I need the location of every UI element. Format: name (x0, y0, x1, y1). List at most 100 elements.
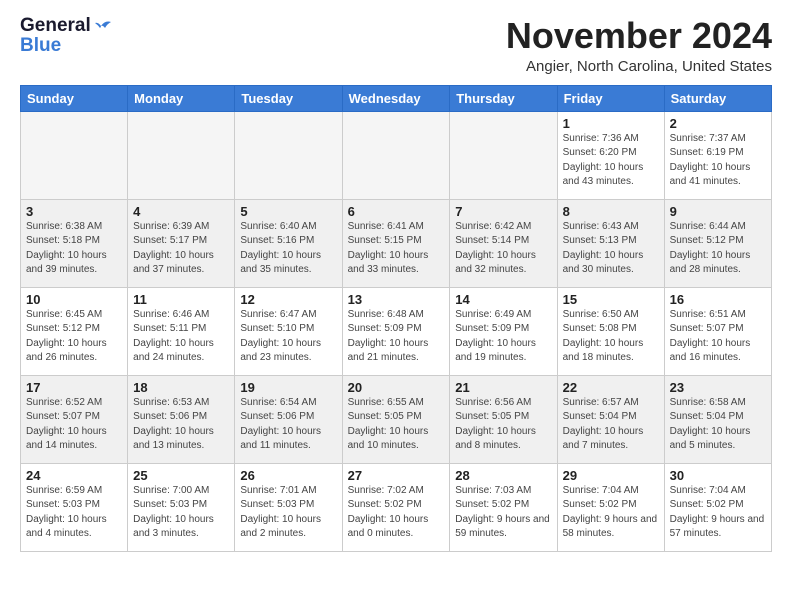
calendar-cell: 18Sunrise: 6:53 AMSunset: 5:06 PMDayligh… (128, 375, 235, 463)
day-number: 29 (563, 468, 659, 483)
dow-header-thursday: Thursday (450, 85, 557, 111)
calendar-cell: 12Sunrise: 6:47 AMSunset: 5:10 PMDayligh… (235, 287, 342, 375)
day-number: 6 (348, 204, 445, 219)
day-number: 5 (240, 204, 336, 219)
calendar-cell: 20Sunrise: 6:55 AMSunset: 5:05 PMDayligh… (342, 375, 450, 463)
calendar-cell: 21Sunrise: 6:56 AMSunset: 5:05 PMDayligh… (450, 375, 557, 463)
week-row-5: 24Sunrise: 6:59 AMSunset: 5:03 PMDayligh… (21, 463, 772, 551)
day-info: Sunrise: 7:04 AMSunset: 5:02 PMDaylight:… (670, 484, 766, 542)
calendar-cell (21, 111, 128, 199)
calendar-cell: 9Sunrise: 6:44 AMSunset: 5:12 PMDaylight… (664, 199, 771, 287)
calendar: SundayMondayTuesdayWednesdayThursdayFrid… (20, 85, 772, 552)
day-number: 1 (563, 116, 659, 131)
calendar-cell: 27Sunrise: 7:02 AMSunset: 5:02 PMDayligh… (342, 463, 450, 551)
calendar-cell (235, 111, 342, 199)
day-info: Sunrise: 6:53 AMSunset: 5:06 PMDaylight:… (133, 396, 229, 454)
day-info: Sunrise: 6:40 AMSunset: 5:16 PMDaylight:… (240, 220, 336, 278)
logo-blue: Blue (20, 35, 61, 57)
day-info: Sunrise: 6:49 AMSunset: 5:09 PMDaylight:… (455, 308, 551, 366)
day-number: 22 (563, 380, 659, 395)
day-info: Sunrise: 6:54 AMSunset: 5:06 PMDaylight:… (240, 396, 336, 454)
day-number: 3 (26, 204, 122, 219)
calendar-cell: 29Sunrise: 7:04 AMSunset: 5:02 PMDayligh… (557, 463, 664, 551)
calendar-cell: 24Sunrise: 6:59 AMSunset: 5:03 PMDayligh… (21, 463, 128, 551)
day-info: Sunrise: 7:00 AMSunset: 5:03 PMDaylight:… (133, 484, 229, 542)
calendar-cell: 19Sunrise: 6:54 AMSunset: 5:06 PMDayligh… (235, 375, 342, 463)
day-number: 17 (26, 380, 122, 395)
calendar-cell: 10Sunrise: 6:45 AMSunset: 5:12 PMDayligh… (21, 287, 128, 375)
day-info: Sunrise: 7:36 AMSunset: 6:20 PMDaylight:… (563, 132, 659, 190)
week-row-2: 3Sunrise: 6:38 AMSunset: 5:18 PMDaylight… (21, 199, 772, 287)
week-row-3: 10Sunrise: 6:45 AMSunset: 5:12 PMDayligh… (21, 287, 772, 375)
logo-text: General (20, 16, 115, 37)
day-number: 26 (240, 468, 336, 483)
day-number: 11 (133, 292, 229, 307)
day-number: 24 (26, 468, 122, 483)
day-info: Sunrise: 7:37 AMSunset: 6:19 PMDaylight:… (670, 132, 766, 190)
day-number: 19 (240, 380, 336, 395)
day-number: 25 (133, 468, 229, 483)
calendar-cell: 6Sunrise: 6:41 AMSunset: 5:15 PMDaylight… (342, 199, 450, 287)
day-number: 13 (348, 292, 445, 307)
day-number: 23 (670, 380, 766, 395)
day-number: 8 (563, 204, 659, 219)
day-number: 16 (670, 292, 766, 307)
day-info: Sunrise: 6:58 AMSunset: 5:04 PMDaylight:… (670, 396, 766, 454)
calendar-cell: 13Sunrise: 6:48 AMSunset: 5:09 PMDayligh… (342, 287, 450, 375)
day-number: 21 (455, 380, 551, 395)
calendar-cell: 11Sunrise: 6:46 AMSunset: 5:11 PMDayligh… (128, 287, 235, 375)
calendar-cell: 4Sunrise: 6:39 AMSunset: 5:17 PMDaylight… (128, 199, 235, 287)
day-number: 20 (348, 380, 445, 395)
week-row-1: 1Sunrise: 7:36 AMSunset: 6:20 PMDaylight… (21, 111, 772, 199)
calendar-cell (128, 111, 235, 199)
calendar-cell: 23Sunrise: 6:58 AMSunset: 5:04 PMDayligh… (664, 375, 771, 463)
month-title: November 2024 (506, 16, 772, 56)
day-info: Sunrise: 6:48 AMSunset: 5:09 PMDaylight:… (348, 308, 445, 366)
day-number: 30 (670, 468, 766, 483)
calendar-cell: 25Sunrise: 7:00 AMSunset: 5:03 PMDayligh… (128, 463, 235, 551)
day-info: Sunrise: 6:39 AMSunset: 5:17 PMDaylight:… (133, 220, 229, 278)
dow-header-saturday: Saturday (664, 85, 771, 111)
day-info: Sunrise: 6:42 AMSunset: 5:14 PMDaylight:… (455, 220, 551, 278)
title-area: November 2024 Angier, North Carolina, Un… (506, 16, 772, 75)
calendar-cell: 28Sunrise: 7:03 AMSunset: 5:02 PMDayligh… (450, 463, 557, 551)
day-info: Sunrise: 6:57 AMSunset: 5:04 PMDaylight:… (563, 396, 659, 454)
calendar-cell: 8Sunrise: 6:43 AMSunset: 5:13 PMDaylight… (557, 199, 664, 287)
day-info: Sunrise: 6:59 AMSunset: 5:03 PMDaylight:… (26, 484, 122, 542)
day-info: Sunrise: 6:44 AMSunset: 5:12 PMDaylight:… (670, 220, 766, 278)
calendar-cell: 16Sunrise: 6:51 AMSunset: 5:07 PMDayligh… (664, 287, 771, 375)
dow-header-friday: Friday (557, 85, 664, 111)
calendar-cell: 22Sunrise: 6:57 AMSunset: 5:04 PMDayligh… (557, 375, 664, 463)
calendar-cell (342, 111, 450, 199)
day-number: 2 (670, 116, 766, 131)
day-number: 14 (455, 292, 551, 307)
calendar-body: 1Sunrise: 7:36 AMSunset: 6:20 PMDaylight… (21, 111, 772, 551)
calendar-cell: 1Sunrise: 7:36 AMSunset: 6:20 PMDaylight… (557, 111, 664, 199)
calendar-cell: 14Sunrise: 6:49 AMSunset: 5:09 PMDayligh… (450, 287, 557, 375)
day-info: Sunrise: 6:52 AMSunset: 5:07 PMDaylight:… (26, 396, 122, 454)
calendar-cell: 7Sunrise: 6:42 AMSunset: 5:14 PMDaylight… (450, 199, 557, 287)
logo: General Blue (20, 16, 115, 57)
day-info: Sunrise: 7:03 AMSunset: 5:02 PMDaylight:… (455, 484, 551, 542)
day-number: 7 (455, 204, 551, 219)
day-info: Sunrise: 6:51 AMSunset: 5:07 PMDaylight:… (670, 308, 766, 366)
calendar-cell: 5Sunrise: 6:40 AMSunset: 5:16 PMDaylight… (235, 199, 342, 287)
day-number: 15 (563, 292, 659, 307)
calendar-cell (450, 111, 557, 199)
week-row-4: 17Sunrise: 6:52 AMSunset: 5:07 PMDayligh… (21, 375, 772, 463)
day-info: Sunrise: 7:01 AMSunset: 5:03 PMDaylight:… (240, 484, 336, 542)
calendar-cell: 15Sunrise: 6:50 AMSunset: 5:08 PMDayligh… (557, 287, 664, 375)
day-number: 12 (240, 292, 336, 307)
calendar-cell: 3Sunrise: 6:38 AMSunset: 5:18 PMDaylight… (21, 199, 128, 287)
day-number: 27 (348, 468, 445, 483)
day-info: Sunrise: 6:56 AMSunset: 5:05 PMDaylight:… (455, 396, 551, 454)
day-info: Sunrise: 6:55 AMSunset: 5:05 PMDaylight:… (348, 396, 445, 454)
day-number: 4 (133, 204, 229, 219)
day-info: Sunrise: 6:47 AMSunset: 5:10 PMDaylight:… (240, 308, 336, 366)
calendar-cell: 26Sunrise: 7:01 AMSunset: 5:03 PMDayligh… (235, 463, 342, 551)
calendar-cell: 2Sunrise: 7:37 AMSunset: 6:19 PMDaylight… (664, 111, 771, 199)
day-info: Sunrise: 6:46 AMSunset: 5:11 PMDaylight:… (133, 308, 229, 366)
day-info: Sunrise: 6:45 AMSunset: 5:12 PMDaylight:… (26, 308, 122, 366)
dow-header-tuesday: Tuesday (235, 85, 342, 111)
dow-header-monday: Monday (128, 85, 235, 111)
